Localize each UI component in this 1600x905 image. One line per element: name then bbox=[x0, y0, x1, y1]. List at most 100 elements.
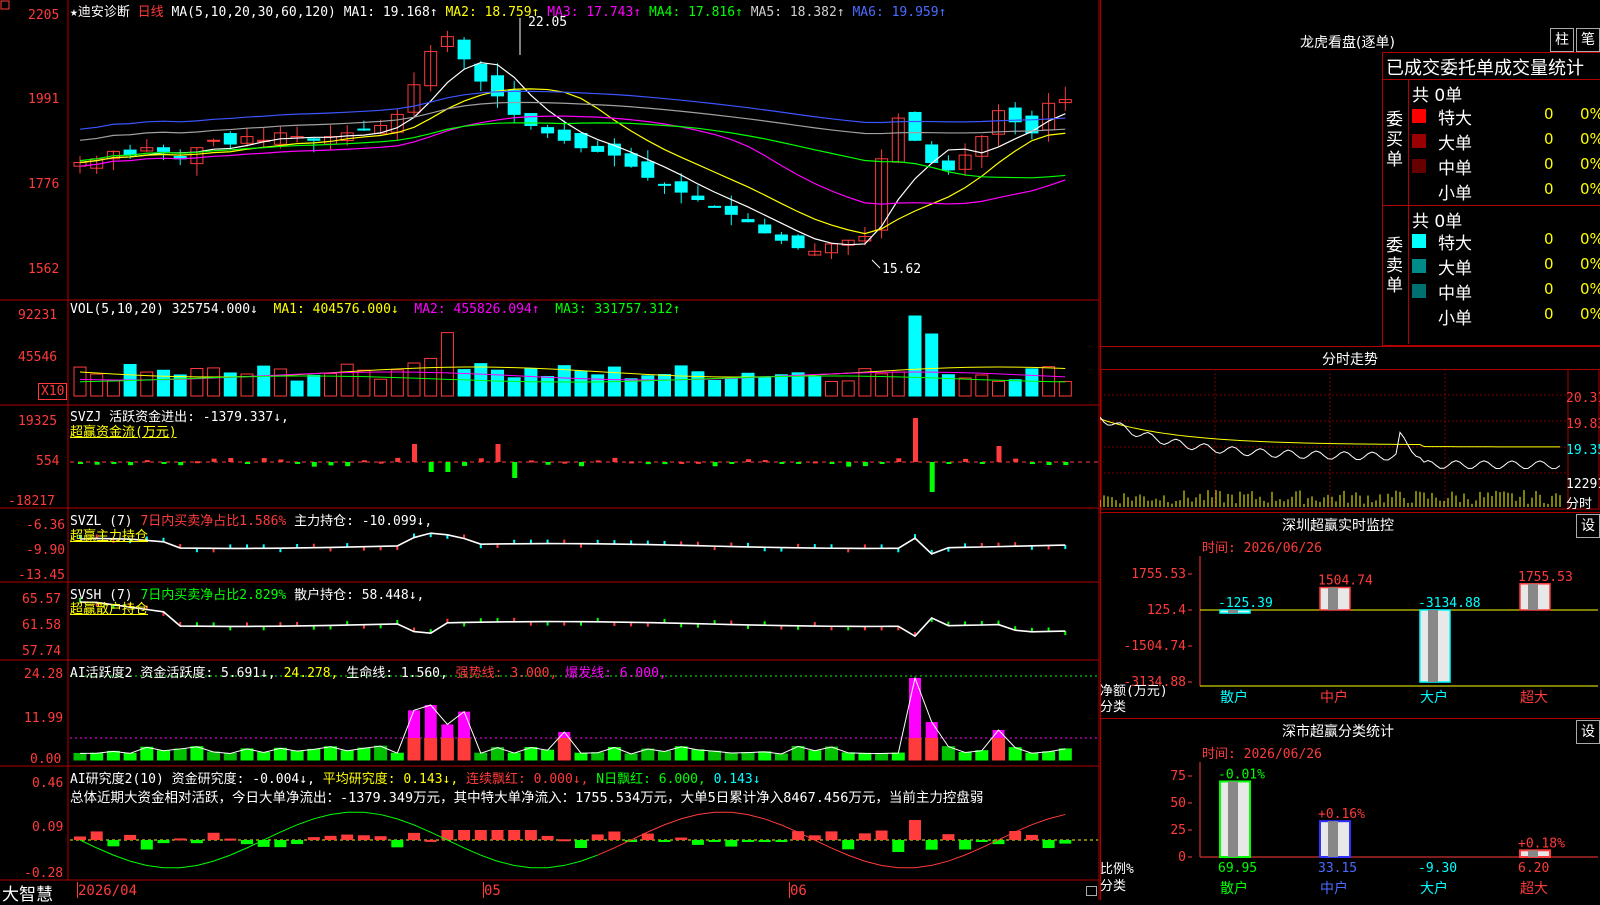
flow-bar bbox=[1046, 462, 1052, 466]
research-bar bbox=[942, 834, 955, 840]
research-bar bbox=[658, 840, 671, 842]
classify-category: 散户 bbox=[1220, 880, 1248, 897]
volume-bar bbox=[207, 367, 221, 397]
flow-bar bbox=[662, 462, 668, 465]
volume-bar bbox=[825, 381, 838, 397]
classify-time: 时间: 2026/06/26 bbox=[1202, 747, 1322, 762]
bar-mode-button[interactable]: 柱 bbox=[1550, 28, 1574, 52]
order-pct: 0% bbox=[1580, 305, 1600, 323]
flow-bar bbox=[779, 462, 785, 464]
divider bbox=[1100, 512, 1600, 513]
volume-bar bbox=[1008, 379, 1022, 397]
volume-bar bbox=[908, 315, 922, 397]
svzl-tick: -9.90 bbox=[26, 543, 66, 558]
research-bar bbox=[541, 835, 554, 840]
period-label[interactable]: 日线 bbox=[138, 5, 164, 20]
flow-bar bbox=[946, 462, 952, 464]
activity-bar bbox=[741, 752, 755, 761]
activity-bar bbox=[207, 751, 221, 761]
flow-bar bbox=[278, 459, 284, 462]
monitor-settings-button[interactable]: 设 bbox=[1576, 514, 1600, 538]
classify-xlabel: 分类 bbox=[1100, 879, 1127, 894]
flow-bar bbox=[512, 462, 518, 478]
stock-name[interactable]: 迪安诊断 bbox=[78, 5, 130, 20]
order-row: 中单 0 0% bbox=[1410, 279, 1600, 304]
research-bar bbox=[608, 831, 621, 840]
divider bbox=[1382, 205, 1600, 206]
activity-bar bbox=[891, 752, 905, 761]
svsh-chart bbox=[79, 598, 1067, 638]
flow-bar bbox=[111, 462, 117, 465]
flow-bar bbox=[796, 462, 802, 464]
classify-settings-button[interactable]: 设 bbox=[1576, 720, 1600, 744]
classify-change: +0.16% bbox=[1318, 807, 1365, 822]
flow-bar bbox=[963, 458, 969, 462]
order-type: 中单 bbox=[1438, 284, 1472, 304]
volume-bar bbox=[975, 374, 989, 397]
activity-bar bbox=[223, 752, 237, 761]
volume-bar bbox=[106, 380, 120, 397]
intraday-title: 分时走势 bbox=[1322, 352, 1378, 368]
volume-bar bbox=[374, 378, 388, 397]
svzj-tick: -18217 bbox=[8, 494, 55, 509]
intraday-chart[interactable] bbox=[1100, 369, 1600, 511]
vol-title: VOL(5,10,20) 325754.000↓, MA1: 404576.00… bbox=[70, 302, 681, 317]
order-type: 特大 bbox=[1438, 109, 1472, 129]
activity-bar-excess bbox=[408, 710, 420, 738]
research-bar bbox=[775, 840, 788, 842]
volume-bar bbox=[891, 371, 905, 397]
volume-bar bbox=[574, 370, 588, 397]
research-bar bbox=[708, 840, 721, 842]
research-bar bbox=[474, 830, 487, 840]
order-count: 0 bbox=[1544, 255, 1554, 273]
volume-bar bbox=[357, 369, 371, 397]
candle bbox=[541, 127, 555, 134]
flow-bar bbox=[645, 462, 651, 465]
research-bar bbox=[691, 840, 704, 845]
research-bar bbox=[374, 836, 387, 840]
low-pointer bbox=[871, 259, 881, 269]
activity-bar bbox=[390, 752, 404, 761]
classify-category: 大户 bbox=[1420, 880, 1448, 897]
research-bar bbox=[842, 840, 855, 850]
activity-bar bbox=[90, 752, 104, 761]
research-bar bbox=[307, 837, 320, 840]
activity-bar bbox=[173, 748, 187, 761]
monitor-bar-shade bbox=[1528, 583, 1538, 610]
ai1-tick: 11.99 bbox=[24, 711, 64, 726]
order-count: 0 bbox=[1544, 155, 1554, 173]
order-pct: 0% bbox=[1580, 280, 1600, 298]
volume-bar bbox=[808, 375, 822, 397]
flow-bar bbox=[161, 462, 167, 464]
candle bbox=[307, 138, 321, 141]
color-swatch bbox=[1412, 234, 1426, 248]
svsh-subtitle: 超赢散户持仓 bbox=[70, 602, 149, 617]
monitor-time: 时间: 2026/06/26 bbox=[1202, 541, 1322, 556]
activity-bar bbox=[708, 750, 722, 761]
intraday-tick: 20.31 bbox=[1566, 391, 1600, 406]
volume-bar bbox=[440, 332, 454, 397]
activity-bar bbox=[157, 750, 170, 761]
volume-bar bbox=[708, 379, 722, 397]
lock-icon[interactable] bbox=[1086, 886, 1097, 896]
flow-bar bbox=[428, 462, 434, 472]
flow-bar bbox=[1063, 462, 1069, 466]
order-pct: 0% bbox=[1580, 255, 1600, 273]
dragon-title: 龙虎看盘(逐单) bbox=[1300, 35, 1395, 51]
research-bar bbox=[291, 840, 304, 845]
activity-bar bbox=[357, 747, 371, 761]
buy-orders-label: 委买单 bbox=[1386, 110, 1403, 170]
research-bar bbox=[975, 840, 988, 842]
order-pct: 0% bbox=[1580, 180, 1600, 198]
order-count: 0 bbox=[1544, 230, 1554, 248]
vol-unit: X10 bbox=[38, 383, 68, 400]
tick-mode-button[interactable]: 笔 bbox=[1576, 28, 1600, 52]
flow-bar bbox=[579, 462, 584, 467]
flow-bar bbox=[211, 458, 217, 462]
svzl-tick: -6.36 bbox=[26, 518, 66, 533]
order-stats-header: 已成交委托单成交量统计 bbox=[1386, 58, 1584, 79]
main-chart-area[interactable] bbox=[0, 0, 1100, 900]
order-pct: 0% bbox=[1580, 230, 1600, 248]
activity-bar bbox=[975, 750, 989, 761]
activity-bar bbox=[290, 750, 304, 761]
